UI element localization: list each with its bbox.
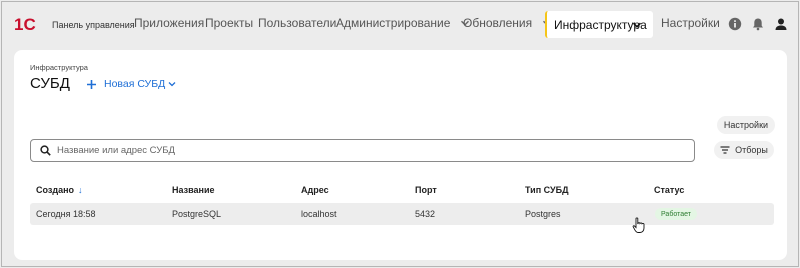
brand-label[interactable]: Панель управления — [52, 20, 135, 30]
nav-users[interactable]: Пользователи — [258, 16, 336, 30]
search-icon — [40, 145, 51, 156]
breadcrumb[interactable]: Инфраструктура — [30, 63, 88, 72]
nav-label: Приложения — [134, 16, 205, 30]
cell-name: PostgreSQL — [172, 209, 222, 219]
column-header-address[interactable]: Адрес — [301, 185, 329, 195]
column-header-type[interactable]: Тип СУБД — [525, 185, 568, 195]
top-navigation-bar: 1С Панель управления Приложения Проекты … — [2, 2, 798, 46]
settings-button[interactable]: Настройки — [717, 116, 775, 134]
chevron-down-icon — [168, 82, 176, 87]
app-window: 1С Панель управления Приложения Проекты … — [1, 1, 799, 267]
filters-button[interactable]: Отборы — [714, 141, 774, 159]
page-title: СУБД — [30, 75, 70, 92]
search-field[interactable] — [30, 139, 695, 162]
nav-label: Обновления — [463, 16, 533, 30]
hand-cursor-icon — [632, 217, 645, 233]
nav-label: Пользователи — [258, 16, 337, 30]
svg-text:1С: 1С — [14, 15, 36, 33]
column-header-label: Создано — [36, 185, 75, 195]
filter-icon — [720, 146, 730, 154]
nav-infrastructure[interactable]: Инфраструктура — [545, 11, 653, 38]
cell-type: Postgres — [525, 209, 561, 219]
nav-updates[interactable]: Обновления — [463, 16, 552, 30]
sort-desc-icon: ↓ — [78, 185, 83, 195]
column-header-name[interactable]: Название — [172, 185, 214, 195]
new-dbms-label: Новая СУБД — [104, 78, 166, 90]
column-header-status[interactable]: Статус — [654, 185, 684, 195]
main-card: Инфраструктура СУБД Новая СУБД Настройки — [14, 50, 787, 260]
nav-label: Проекты — [205, 16, 254, 30]
column-header-created[interactable]: Создано ↓ — [36, 185, 83, 195]
settings-button-label: Настройки — [723, 120, 769, 130]
bell-icon[interactable] — [751, 17, 765, 31]
status-badge: Работает — [655, 208, 697, 220]
nav-administration[interactable]: Администрирование — [336, 16, 470, 30]
nav-label: Администрирование — [336, 16, 451, 30]
nav-settings[interactable]: Настройки — [661, 16, 720, 30]
column-header-port[interactable]: Порт — [415, 185, 437, 195]
new-dbms-button[interactable]: Новая СУБД — [86, 78, 176, 90]
cell-created: Сегодня 18:58 — [36, 209, 96, 219]
user-icon[interactable] — [774, 17, 788, 31]
logo-1c[interactable]: 1С — [14, 15, 46, 33]
filters-button-label: Отборы — [735, 145, 768, 155]
nav-projects[interactable]: Проекты — [205, 16, 253, 30]
nav-label: Настройки — [661, 16, 720, 30]
cell-port: 5432 — [415, 209, 436, 219]
search-input[interactable] — [57, 145, 657, 156]
cell-address: localhost — [301, 209, 337, 219]
plus-icon — [87, 79, 96, 89]
info-icon[interactable] — [728, 17, 742, 31]
chevron-down-icon — [632, 22, 642, 28]
nav-applications[interactable]: Приложения — [134, 16, 204, 30]
